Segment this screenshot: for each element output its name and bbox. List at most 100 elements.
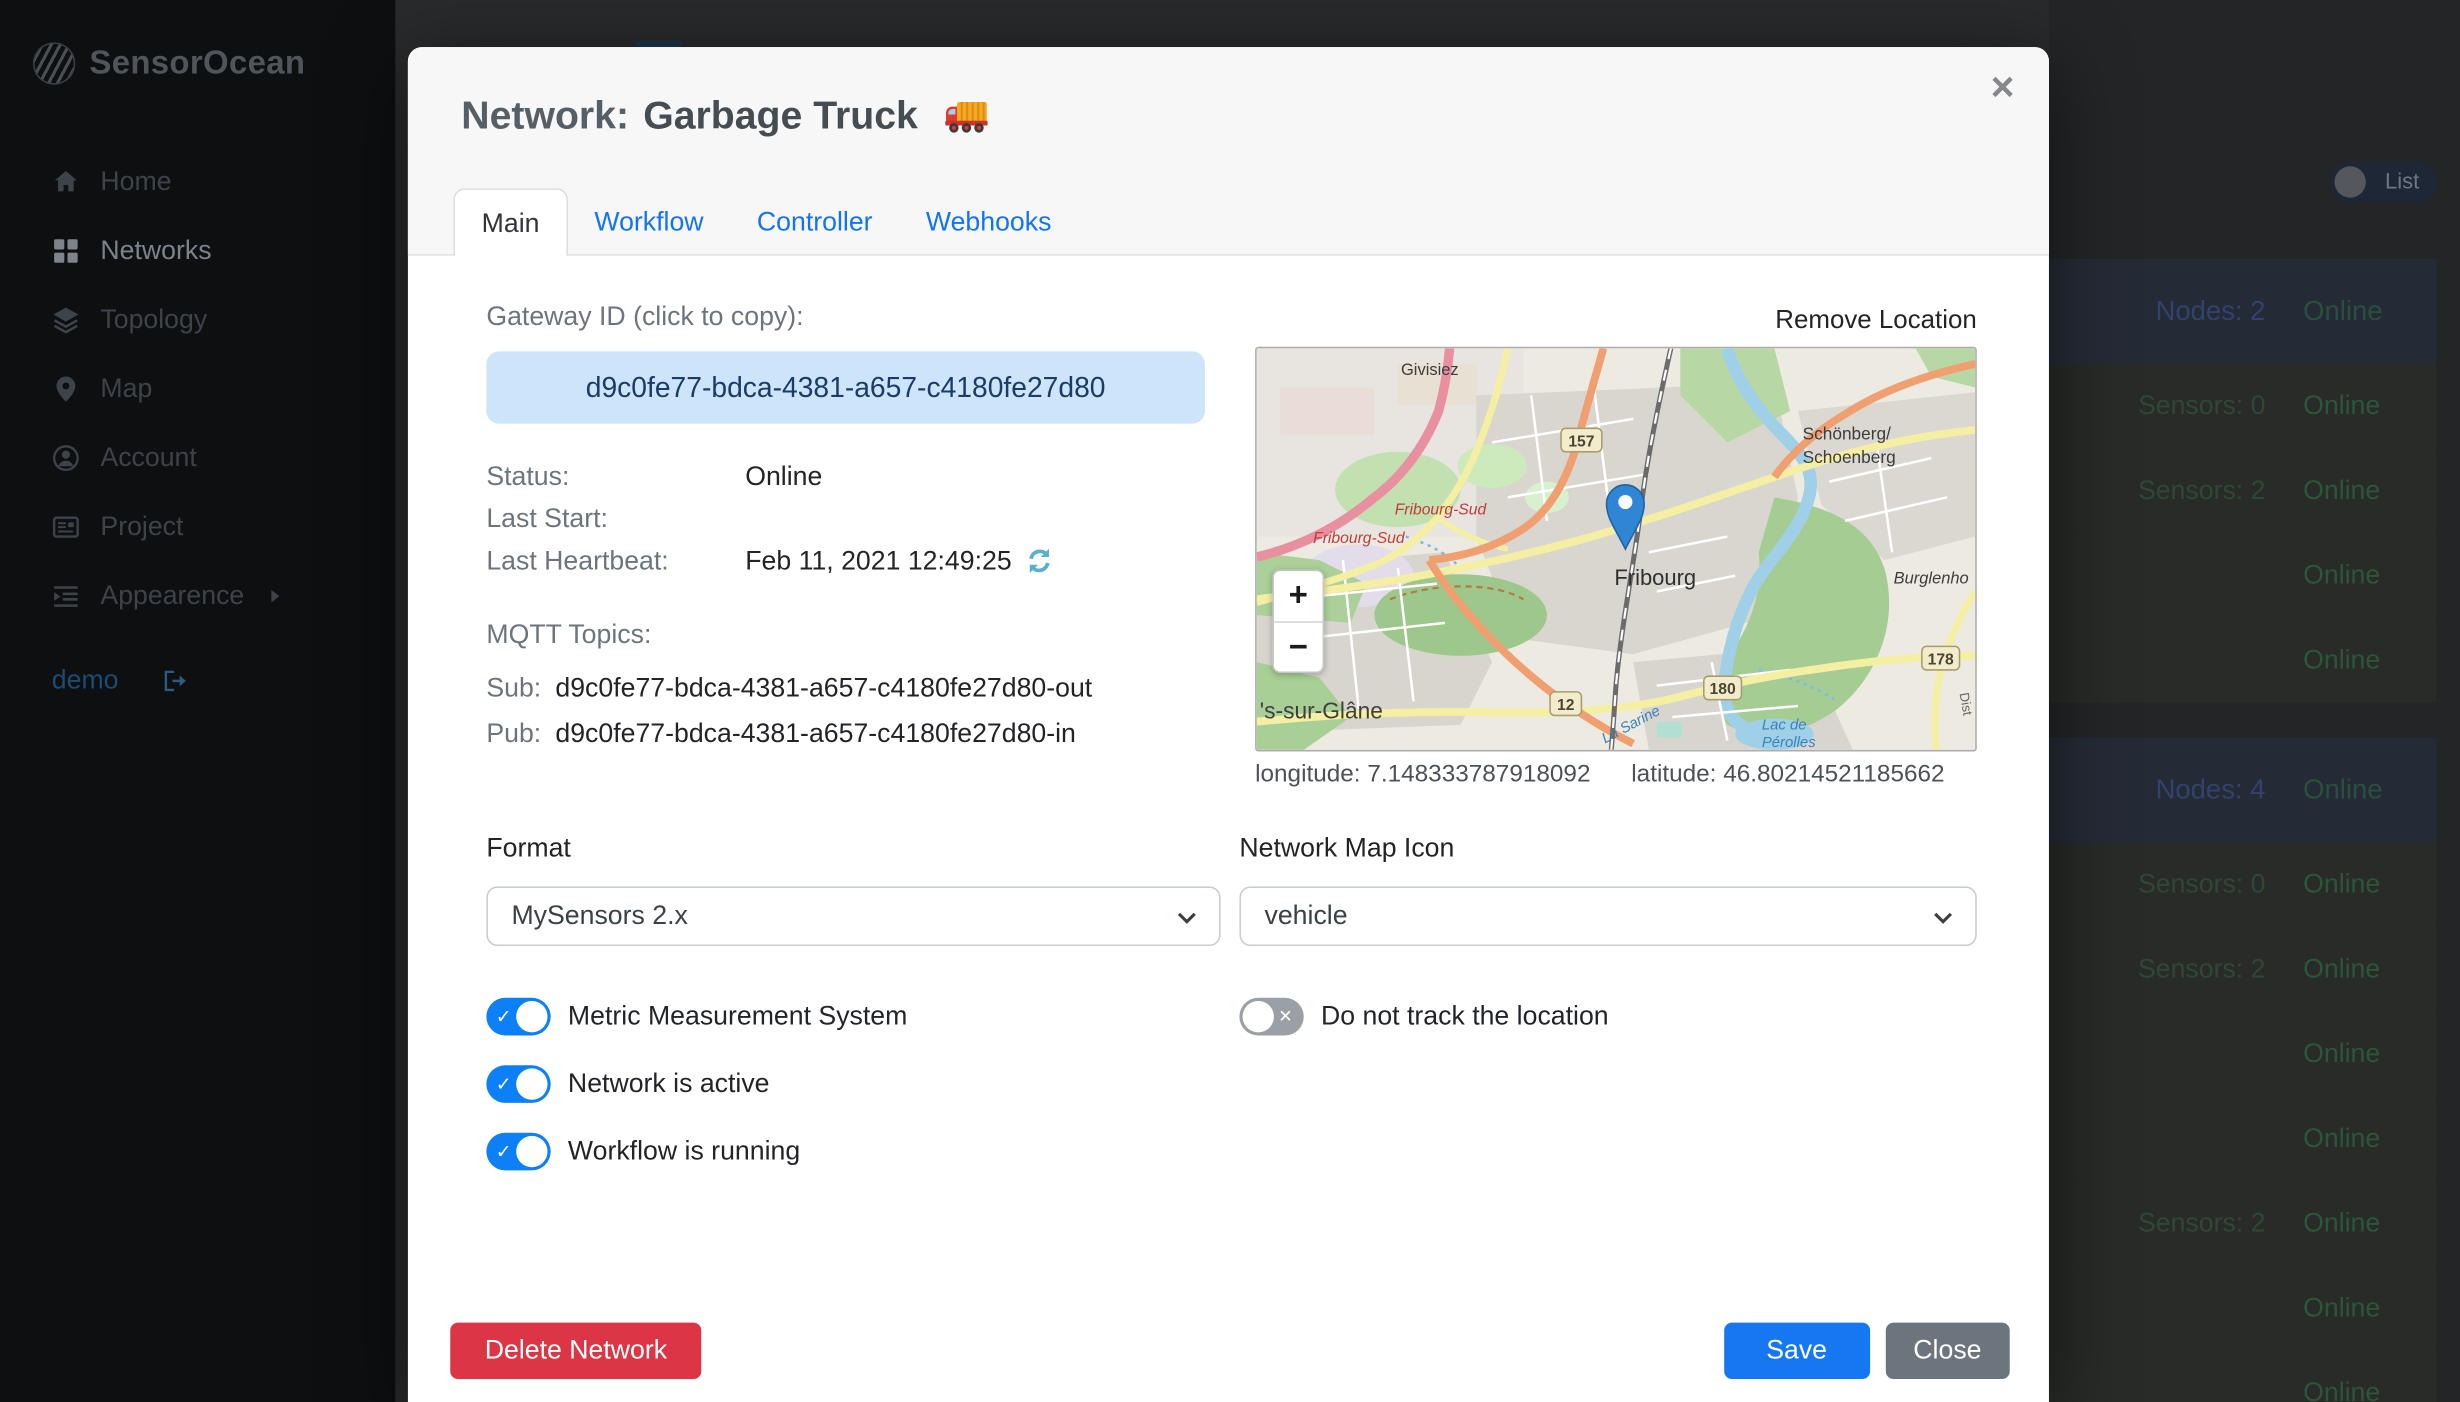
network-modal: Network: Garbage Truck × Main Workflow C… [408, 47, 2049, 1402]
tab-controller[interactable]: Controller [730, 188, 899, 255]
sensors-count: Sensors: 0 [2124, 391, 2265, 422]
grid-icon [52, 237, 80, 265]
location-map[interactable]: 157 12 180 178 Givisiez Schönberg/ Schoe… [1255, 347, 1977, 752]
nodes-count: Nodes: 2 [2124, 295, 2265, 328]
map-icon-selected-value: vehicle [1265, 901, 1348, 931]
node-row[interactable]: Sensors: 0 Online [2049, 364, 2437, 449]
chevron-down-icon [1177, 912, 1197, 926]
metric-toggle-row: ✓ Metric Measurement System [486, 998, 1220, 1036]
format-select[interactable]: MySensors 2.x [486, 886, 1220, 946]
modal-footer: Delete Network Save Close [408, 1323, 2049, 1379]
node-row[interactable]: Sensors: 2Online [2049, 1181, 2437, 1266]
network-map-icon-select[interactable]: vehicle [1239, 886, 1976, 946]
user-link[interactable]: demo [52, 665, 119, 696]
active-toggle-row: ✓ Network is active [486, 1065, 1220, 1103]
network-card-header[interactable]: Nodes: 2 Online [2049, 259, 2437, 364]
caret-right-icon [271, 590, 279, 603]
svg-text:178: 178 [1928, 651, 1954, 668]
sidebar-item-account[interactable]: Account [0, 424, 395, 493]
format-label: Format [486, 833, 1220, 864]
status-badge: Online [2303, 954, 2389, 985]
svg-text:12: 12 [1557, 697, 1575, 714]
sensors-count: Sensors: 2 [2124, 475, 2265, 506]
node-row[interactable]: Online [2049, 1351, 2437, 1402]
close-icon[interactable]: × [1991, 66, 2015, 107]
sign-out-icon[interactable] [161, 667, 189, 695]
remove-location-link[interactable]: Remove Location [1239, 306, 1976, 336]
sidebar-item-topology[interactable]: Topology [0, 286, 395, 355]
shield-12: 12 [1550, 692, 1581, 716]
nodes-count: Nodes: 4 [2124, 773, 2265, 806]
network-card: Nodes: 2 Online Sensors: 0 Online Sensors… [2049, 259, 2437, 703]
tab-webhooks[interactable]: Webhooks [899, 188, 1078, 255]
map-section: Remove Location [1239, 256, 1976, 789]
toggle-knob [516, 1136, 547, 1167]
cross-icon: ✕ [1278, 1006, 1292, 1026]
workflow-running-toggle[interactable]: ✓ [486, 1133, 550, 1171]
gateway-section: Gateway ID (click to copy): d9c0fe77-bdc… [486, 256, 1220, 789]
sidebar-item-label: Networks [100, 235, 211, 266]
node-row[interactable]: Online [2049, 618, 2437, 703]
user-icon [52, 444, 80, 472]
tab-workflow[interactable]: Workflow [568, 188, 731, 255]
map-icon-section: Network Map Icon vehicle [1239, 789, 1976, 946]
format-selected-value: MySensors 2.x [511, 901, 687, 931]
brand[interactable]: SensorOcean [0, 0, 395, 85]
shield-157: 157 [1561, 428, 1602, 452]
status-label: Status: [486, 460, 745, 491]
do-not-track-toggle[interactable]: ✕ [1239, 998, 1303, 1036]
delete-network-button[interactable]: Delete Network [450, 1323, 701, 1379]
chevron-down-icon [1933, 912, 1953, 926]
svg-text:Fribourg-Sud: Fribourg-Sud [1313, 530, 1406, 547]
sensors-count: Sensors: 2 [2124, 1208, 2265, 1239]
sidebar-item-appearance[interactable]: Appearence [0, 562, 395, 631]
title-prefix: Network: [461, 94, 629, 139]
status-badge: Online [2303, 869, 2389, 900]
node-row[interactable]: Online [2049, 1266, 2437, 1351]
svg-text:Burglenho: Burglenho [1894, 570, 1969, 588]
node-row[interactable]: Online [2049, 1012, 2437, 1097]
status-badge: Online [2303, 1039, 2389, 1070]
toggle-knob [516, 1001, 547, 1032]
latitude-value: latitude: 46.80214521185662 [1631, 761, 1944, 789]
pub-label: Pub: [486, 719, 555, 750]
gateway-id-value[interactable]: d9c0fe77-bdca-4381-a657-c4180fe27d80 [486, 351, 1205, 423]
layers-icon [52, 306, 80, 334]
zoom-out-button[interactable]: − [1274, 621, 1323, 671]
list-view-toggle[interactable]: List [2330, 162, 2438, 203]
status-badge: Online [2303, 773, 2389, 806]
node-row[interactable]: Online [2049, 533, 2437, 618]
svg-text:'s-sur-Glâne: 's-sur-Glâne [1260, 698, 1383, 724]
sidebar-item-map[interactable]: Map [0, 355, 395, 424]
track-section: ✕ Do not track the location [1239, 998, 1976, 1200]
status-badge: Online [2303, 391, 2389, 422]
zoom-in-button[interactable]: + [1274, 571, 1323, 621]
network-active-toggle[interactable]: ✓ [486, 1065, 550, 1103]
node-row[interactable]: Sensors: 2Online [2049, 927, 2437, 1012]
active-toggle-label: Network is active [568, 1068, 770, 1099]
close-button[interactable]: Close [1885, 1323, 2010, 1379]
status-badge: Online [2303, 295, 2389, 328]
last-start-row: Last Start: [486, 497, 1220, 539]
node-row[interactable]: Sensors: 0 Online [2049, 842, 2437, 927]
save-button[interactable]: Save [1724, 1323, 1870, 1379]
check-icon: ✓ [496, 1006, 512, 1028]
sensors-count: Sensors: 0 [2124, 869, 2265, 900]
garbage-truck-emoji [945, 100, 989, 135]
pub-topic: d9c0fe77-bdca-4381-a657-c4180fe27d80-in [555, 719, 1076, 750]
node-row[interactable]: Sensors: 2Online [2049, 449, 2437, 534]
sidebar-item-project[interactable]: Project [0, 493, 395, 562]
sidebar-item-networks[interactable]: Networks [0, 217, 395, 286]
mqtt-topics-label: MQTT Topics: [486, 620, 1220, 651]
node-row[interactable]: Online [2049, 1097, 2437, 1182]
network-card-header[interactable]: Nodes: 4 Online [2049, 737, 2437, 842]
metric-toggle[interactable]: ✓ [486, 998, 550, 1036]
refresh-icon[interactable] [1026, 548, 1053, 575]
track-toggle-row: ✕ Do not track the location [1239, 998, 1976, 1036]
track-toggle-label: Do not track the location [1321, 1001, 1609, 1032]
last-start-label: Last Start: [486, 503, 745, 534]
sidebar-item-label: Account [100, 442, 196, 473]
toggle-knob [516, 1068, 547, 1099]
sidebar-item-home[interactable]: Home [0, 147, 395, 216]
tab-main[interactable]: Main [453, 188, 567, 255]
